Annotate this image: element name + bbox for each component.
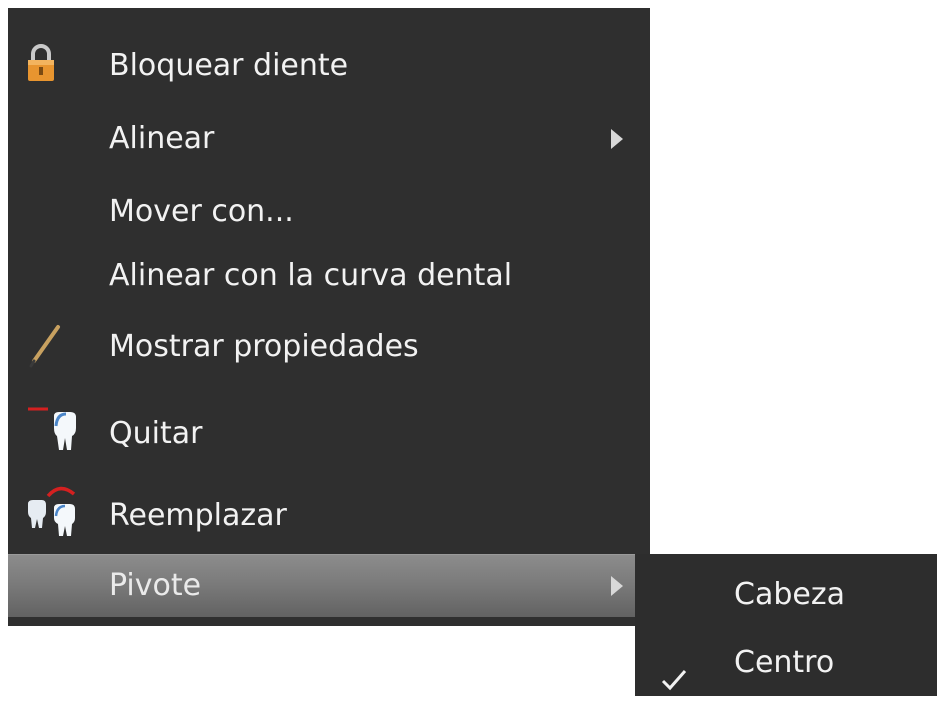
menu-item-label: Mover con... <box>109 194 294 229</box>
menu-item-align-dental-curve[interactable]: Alinear con la curva dental <box>8 258 650 294</box>
pencil-icon <box>28 323 62 378</box>
menu-item-show-properties[interactable]: Mostrar propiedades <box>8 325 650 368</box>
submenu-item-center[interactable]: Centro <box>635 630 937 696</box>
menu-item-label: Bloquear diente <box>109 48 349 83</box>
menu-item-remove[interactable]: Quitar <box>8 407 650 452</box>
submenu-arrow-icon <box>611 576 623 596</box>
menu-item-label: Alinear <box>109 121 215 156</box>
menu-item-label: Alinear con la curva dental <box>109 258 513 293</box>
menu-item-align[interactable]: Alinear <box>8 121 650 157</box>
checkmark-icon <box>661 650 687 716</box>
context-menu: Bloquear diente Alinear Mover con... Ali… <box>8 8 650 626</box>
submenu-item-label: Cabeza <box>734 577 845 612</box>
tooth-remove-icon <box>26 404 78 465</box>
menu-item-label: Reemplazar <box>109 498 287 533</box>
menu-item-replace[interactable]: Reemplazar <box>8 486 650 536</box>
submenu-item-head[interactable]: Cabeza <box>635 562 937 628</box>
menu-item-pivot[interactable]: Pivote <box>8 554 650 617</box>
tooth-replace-icon <box>24 478 88 549</box>
menu-item-label: Quitar <box>109 416 203 451</box>
submenu-item-label: Centro <box>734 645 835 680</box>
menu-item-label: Mostrar propiedades <box>109 329 419 364</box>
menu-item-lock-tooth[interactable]: Bloquear diente <box>8 44 650 84</box>
pivot-submenu: Cabeza Centro <box>635 554 937 696</box>
menu-item-move-with[interactable]: Mover con... <box>8 194 650 230</box>
menu-item-label: Pivote <box>109 568 202 603</box>
lock-icon <box>26 44 56 91</box>
submenu-arrow-icon <box>611 129 623 149</box>
